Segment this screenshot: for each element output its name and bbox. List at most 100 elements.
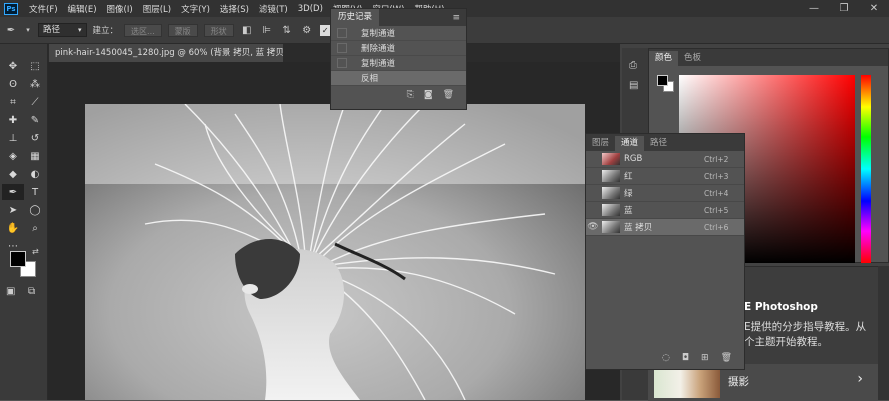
menu-image[interactable]: 图像(I) bbox=[102, 3, 138, 15]
hand-tool-icon[interactable]: ✋ bbox=[2, 220, 24, 236]
dodge-tool-icon[interactable]: ◐ bbox=[24, 166, 46, 182]
eye-icon[interactable]: 👁 bbox=[586, 222, 600, 232]
channel-row[interactable]: RGB Ctrl+2 bbox=[586, 151, 744, 168]
camera-icon[interactable]: ◙ bbox=[424, 90, 433, 100]
window-controls: — ❐ ✕ bbox=[799, 0, 889, 17]
make-mask-button[interactable]: 蒙版 bbox=[167, 23, 198, 37]
type-tool-icon[interactable]: T bbox=[24, 184, 46, 200]
channel-name: 绿 bbox=[624, 189, 633, 199]
tab-channels[interactable]: 通道 bbox=[615, 136, 645, 151]
foreground-color-swatch[interactable] bbox=[657, 75, 668, 86]
channel-row[interactable]: 👁 蓝 拷贝 Ctrl+6 bbox=[586, 219, 744, 236]
foreground-color-swatch[interactable] bbox=[10, 251, 26, 267]
menu-3d[interactable]: 3D(D) bbox=[293, 4, 328, 14]
eyedropper-tool-icon[interactable]: ⟋ bbox=[24, 94, 46, 110]
tutorial-thumbnail bbox=[654, 368, 720, 398]
zoom-tool-icon[interactable]: ⌕ bbox=[24, 220, 46, 236]
channel-thumbnail bbox=[602, 153, 620, 165]
history-footer: ⎘ ◙ 🗑 bbox=[331, 86, 466, 104]
trash-icon[interactable]: 🗑 bbox=[443, 90, 454, 100]
panel-menu-icon[interactable]: ≡ bbox=[452, 13, 466, 23]
gear-icon[interactable]: ⚙ bbox=[300, 23, 314, 37]
minimize-icon[interactable]: — bbox=[799, 0, 829, 17]
chevron-down-icon[interactable]: ▾ bbox=[24, 23, 32, 37]
magic-wand-tool-icon[interactable]: ⁂ bbox=[24, 76, 46, 92]
ellipse-tool-icon[interactable]: ◯ bbox=[24, 202, 46, 218]
new-channel-icon[interactable]: ⊞ bbox=[701, 353, 709, 363]
channel-shortcut: Ctrl+4 bbox=[704, 188, 729, 198]
crop-tool-icon[interactable]: ⌗ bbox=[2, 94, 24, 110]
photoshop-logo: Ps bbox=[4, 2, 18, 15]
blur-tool-icon[interactable]: ◆ bbox=[2, 166, 24, 182]
tab-layers[interactable]: 图层 bbox=[586, 136, 615, 151]
document-image[interactable] bbox=[85, 104, 585, 400]
hue-slider[interactable] bbox=[861, 75, 871, 263]
tab-swatches[interactable]: 色板 bbox=[678, 51, 707, 66]
restore-icon[interactable]: ❐ bbox=[829, 0, 859, 17]
history-item[interactable]: 复制通道 bbox=[331, 26, 466, 41]
channel-row[interactable]: 红 Ctrl+3 bbox=[586, 168, 744, 185]
menu-file[interactable]: 文件(F) bbox=[24, 3, 63, 15]
path-arrangement-icon[interactable]: ⇅ bbox=[280, 23, 294, 37]
path-selection-tool-icon[interactable]: ➤ bbox=[2, 202, 24, 218]
chevron-down-icon: ▾ bbox=[78, 26, 82, 34]
close-icon[interactable]: ✕ bbox=[859, 0, 889, 17]
menu-filter[interactable]: 滤镜(T) bbox=[254, 3, 293, 15]
history-brush-tool-icon[interactable]: ↺ bbox=[24, 130, 46, 146]
menu-type[interactable]: 文字(Y) bbox=[176, 3, 215, 15]
tab-paths[interactable]: 路径 bbox=[644, 136, 673, 151]
channel-thumbnail bbox=[602, 170, 620, 182]
menu-select[interactable]: 选择(S) bbox=[215, 3, 254, 15]
history-panel-icon[interactable]: ⎙ bbox=[629, 60, 637, 71]
gradient-tool-icon[interactable]: ▦ bbox=[24, 148, 46, 164]
channel-row[interactable]: 蓝 Ctrl+5 bbox=[586, 202, 744, 219]
channel-shortcut: Ctrl+3 bbox=[704, 171, 729, 181]
panel-scrollbar[interactable] bbox=[878, 266, 889, 400]
path-alignment-icon[interactable]: ⊫ bbox=[260, 23, 274, 37]
menu-layer[interactable]: 图层(L) bbox=[138, 3, 176, 15]
history-brush-source-checkbox[interactable] bbox=[337, 58, 347, 68]
brush-tool-icon[interactable]: ✎ bbox=[24, 112, 46, 128]
channel-row[interactable]: 绿 Ctrl+4 bbox=[586, 185, 744, 202]
path-mode-value: 路径 bbox=[43, 25, 61, 35]
document-tab[interactable]: pink-hair-1450045_1280.jpg @ 60% (背景 拷贝,… bbox=[49, 44, 283, 62]
history-brush-source-checkbox[interactable] bbox=[337, 73, 347, 83]
path-operations-icon[interactable]: ◧ bbox=[240, 23, 254, 37]
make-selection-button[interactable]: 选区... bbox=[124, 23, 162, 37]
eraser-tool-icon[interactable]: ◈ bbox=[2, 148, 24, 164]
load-selection-icon[interactable]: ◌ bbox=[662, 353, 670, 363]
healing-brush-tool-icon[interactable]: ✚ bbox=[2, 112, 24, 128]
marquee-tool-icon[interactable]: ⬚ bbox=[24, 58, 46, 74]
channel-thumbnail bbox=[602, 221, 620, 233]
tab-color[interactable]: 颜色 bbox=[649, 51, 679, 66]
path-mode-select[interactable]: 路径 ▾ bbox=[38, 23, 87, 37]
pen-tool-preset-icon[interactable]: ✒ bbox=[4, 23, 18, 37]
tools-panel: ✥ ⬚ ʘ ⁂ ⌗ ⟋ ✚ ✎ ⊥ ↺ ◈ ▦ ◆ ◐ ✒ T ➤ ◯ ✋ ⌕ … bbox=[0, 44, 48, 400]
channel-name: 蓝 拷贝 bbox=[624, 223, 653, 233]
make-shape-button[interactable]: 形状 bbox=[203, 23, 234, 37]
new-document-from-state-icon[interactable]: ⎘ bbox=[407, 90, 414, 100]
move-tool-icon[interactable]: ✥ bbox=[2, 58, 24, 74]
channel-name: 红 bbox=[624, 172, 633, 182]
save-selection-icon[interactable]: ◘ bbox=[682, 353, 689, 363]
history-brush-source-checkbox[interactable] bbox=[337, 43, 347, 53]
history-item[interactable]: 复制通道 bbox=[331, 56, 466, 71]
history-brush-source-checkbox[interactable] bbox=[337, 28, 347, 38]
history-item[interactable]: 删除通道 bbox=[331, 41, 466, 56]
clone-stamp-tool-icon[interactable]: ⊥ bbox=[2, 130, 24, 146]
properties-panel-icon[interactable]: ▤ bbox=[629, 80, 638, 91]
lasso-tool-icon[interactable]: ʘ bbox=[2, 76, 24, 92]
screen-mode-icon[interactable]: ⧉ bbox=[28, 286, 35, 297]
menu-edit[interactable]: 编辑(E) bbox=[63, 3, 102, 15]
learn-description-line-2: 个主题开始教程。 bbox=[744, 336, 828, 348]
trash-icon[interactable]: 🗑 bbox=[721, 353, 732, 363]
quick-mask-icon[interactable]: ▣ bbox=[6, 286, 15, 297]
channel-shortcut: Ctrl+5 bbox=[704, 205, 729, 215]
channel-thumbnail bbox=[602, 204, 620, 216]
history-item[interactable]: 反相 bbox=[331, 71, 466, 86]
channel-shortcut: Ctrl+6 bbox=[704, 222, 729, 232]
swap-colors-icon[interactable]: ⇄ bbox=[32, 247, 39, 256]
tab-history[interactable]: 历史记录 bbox=[331, 9, 380, 26]
pen-tool-icon[interactable]: ✒ bbox=[2, 184, 24, 200]
tutorial-card-label: 摄影 bbox=[728, 376, 749, 388]
